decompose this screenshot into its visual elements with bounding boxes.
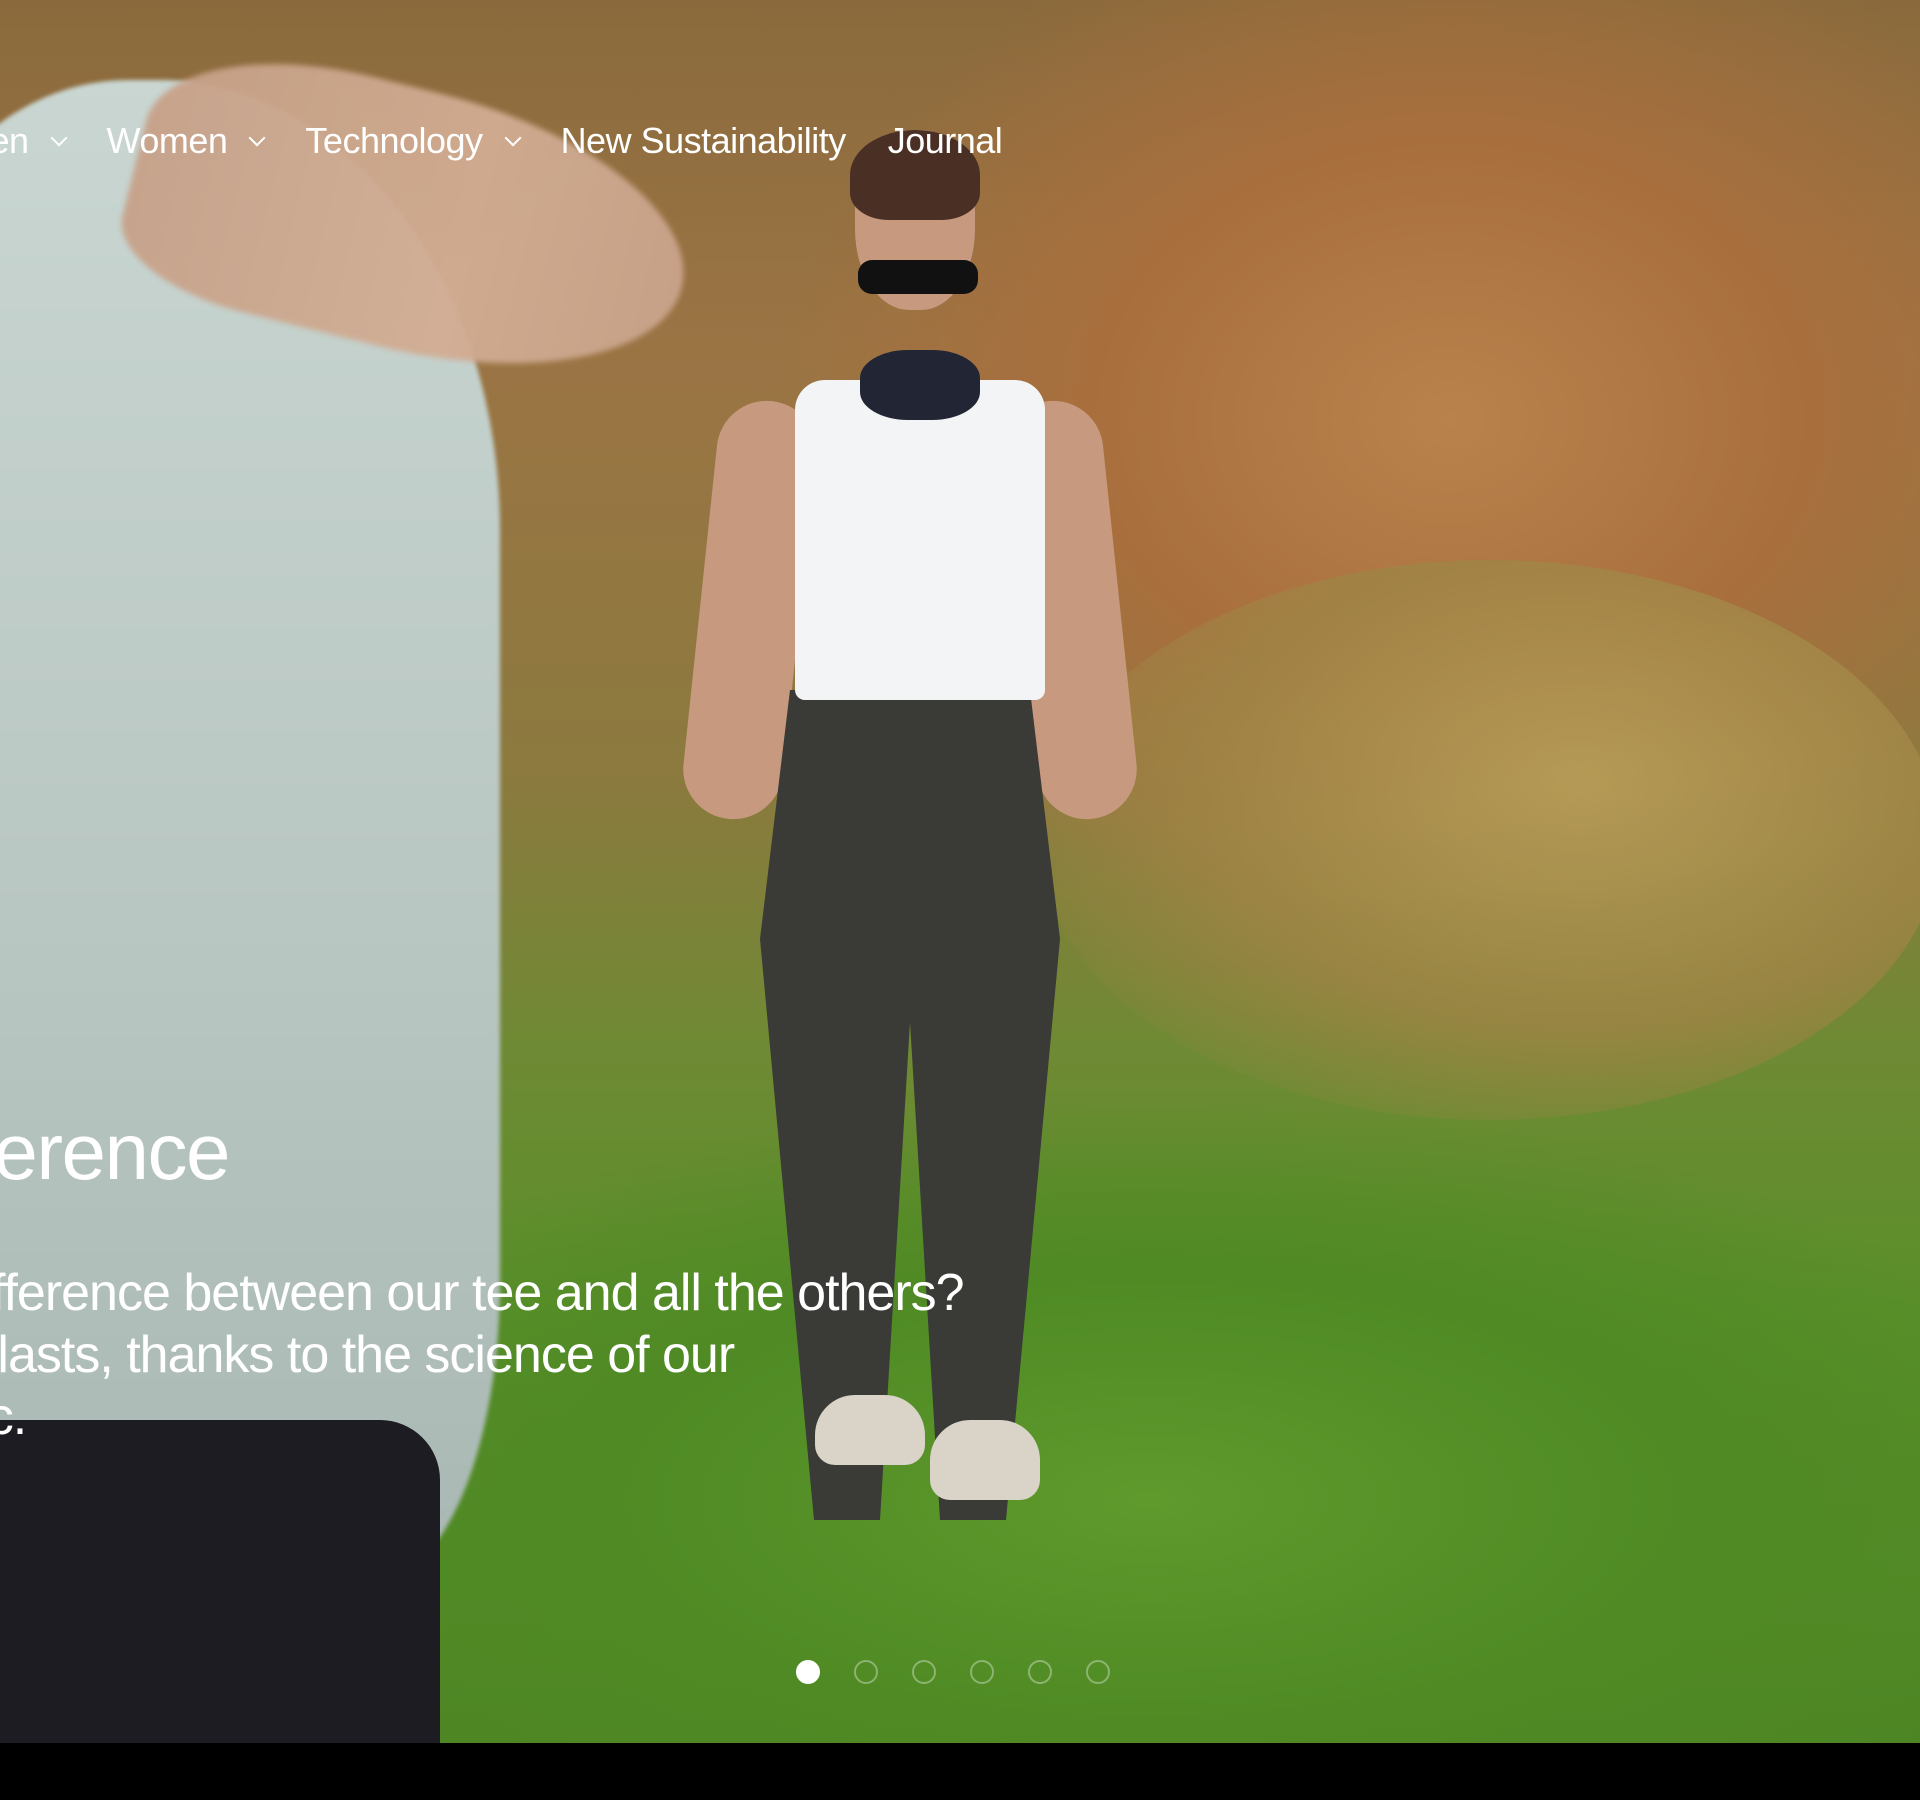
model-top [795,380,1045,700]
carousel-dot-4[interactable] [970,1660,994,1684]
chevron-down-icon [248,129,266,147]
model-scarf [860,350,980,420]
chevron-down-icon [50,129,68,147]
chevron-down-icon [504,129,522,147]
hero-banner: Men Women Technology New Sustainability … [0,0,1920,1743]
nav-item-technology[interactable]: Technology [305,120,522,162]
bottom-bar [0,1743,1920,1800]
model-sunglasses [858,260,978,294]
carousel-dot-6[interactable] [1086,1660,1110,1684]
hero-description: What's the difference between our tee an… [0,1262,965,1448]
nav-item-new-sustainability[interactable]: New Sustainability [560,120,847,162]
nav-item-label: Men [0,120,29,161]
hero-description-line: What's the difference between our tee an… [0,1264,965,1322]
hero-background-hill [1040,560,1920,1120]
nav-item-women[interactable]: Women [106,120,266,162]
nav-item-journal[interactable]: Journal [888,120,1003,162]
nav-item-label: New Sustainability [560,120,847,161]
carousel-dot-2[interactable] [854,1660,878,1684]
carousel-dot-3[interactable] [912,1660,936,1684]
carousel-dot-1[interactable] [796,1660,820,1684]
hero-title: The difference [0,1107,230,1196]
nav-item-label: Technology [305,120,483,161]
carousel-dot-5[interactable] [1028,1660,1052,1684]
main-navigation: Men Women Technology New Sustainability … [0,120,1003,162]
hero-description-line: long-life fabric. [0,1388,27,1446]
nav-item-label: Journal [887,120,1003,161]
carousel-pagination [796,1660,1110,1684]
nav-item-men[interactable]: Men [0,120,68,162]
nav-item-label: Women [106,120,228,161]
foreground-figure-pants [0,1420,440,1743]
hero-description-line: Clothing that lasts, thanks to the scien… [0,1326,735,1384]
